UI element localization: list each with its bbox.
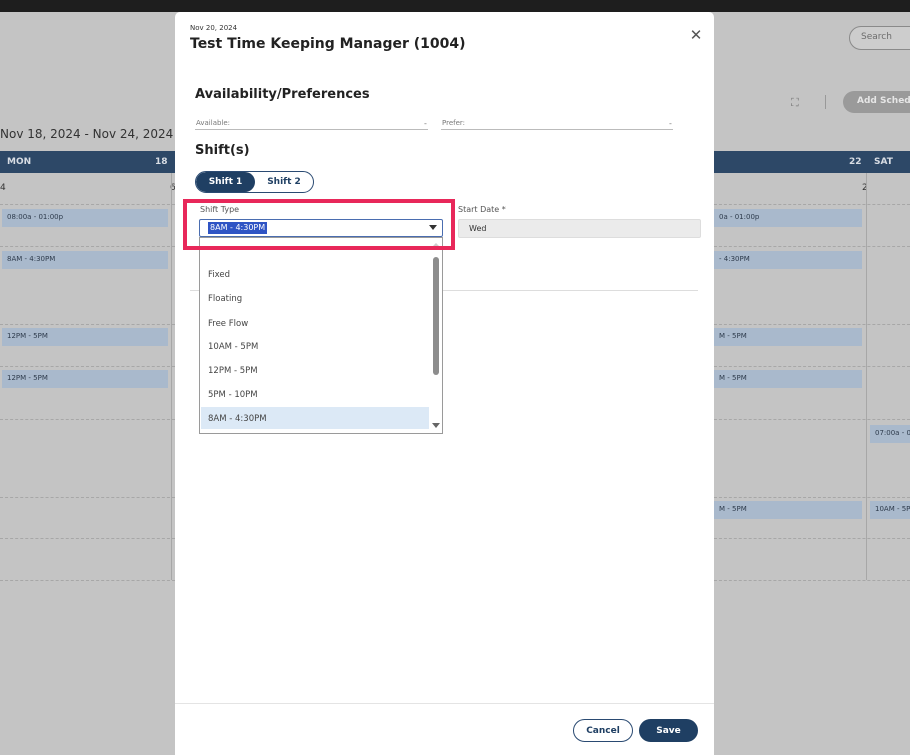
scroll-down-icon[interactable] xyxy=(432,423,440,428)
availability-heading: Availability/Preferences xyxy=(195,87,370,102)
expand-icon[interactable]: ⛶ xyxy=(791,96,799,110)
schedule-event[interactable]: 12PM - 5PM xyxy=(2,370,168,388)
shift-type-value: 8AM - 4:30PM xyxy=(208,222,268,234)
close-icon[interactable]: ✕ xyxy=(687,26,705,44)
dropdown-option-8am-430pm[interactable]: 8AM - 4:30PM xyxy=(201,407,429,429)
dropdown-option-12pm-5pm[interactable]: 12PM - 5PM xyxy=(201,359,429,381)
dropdown-option-free-flow[interactable]: Free Flow xyxy=(201,312,429,334)
day-number-fri: 22 xyxy=(849,157,862,167)
start-date-label: Start Date * xyxy=(458,205,506,214)
day-header-fri-sat: 22 SAT xyxy=(714,151,910,173)
dropdown-option-floating[interactable]: Floating xyxy=(201,287,429,309)
schedule-event[interactable]: M - 5PM xyxy=(714,501,862,519)
week-num: 4 xyxy=(0,183,6,193)
schedule-event[interactable]: 10AM - 5PM xyxy=(870,501,910,519)
cancel-button[interactable]: Cancel xyxy=(573,719,633,742)
grid-column-line xyxy=(866,173,867,580)
prefer-underline xyxy=(441,129,673,130)
tab-shift-2[interactable]: Shift 2 xyxy=(255,172,313,192)
footer-divider xyxy=(175,703,714,704)
grid-line xyxy=(0,419,175,420)
grid-line xyxy=(0,324,175,325)
grid-line xyxy=(0,538,175,539)
tab-shift-1[interactable]: Shift 1 xyxy=(196,172,255,192)
dropdown-option-5pm-10pm[interactable]: 5PM - 10PM xyxy=(201,383,429,405)
modal-title: Test Time Keeping Manager (1004) xyxy=(190,36,466,52)
grid-line xyxy=(714,580,910,581)
modal-date: Nov 20, 2024 xyxy=(190,24,238,32)
shift-type-dropdown: Fixed Floating Free Flow 10AM - 5PM 12PM… xyxy=(199,237,443,434)
date-range: Nov 18, 2024 - Nov 24, 2024▶ xyxy=(0,127,186,141)
search-input[interactable]: Search xyxy=(849,26,910,50)
scroll-up-icon[interactable] xyxy=(432,243,440,247)
start-date-field[interactable]: Wed xyxy=(458,219,701,238)
grid-line xyxy=(714,366,910,367)
week-num-row-left: 4 6 xyxy=(0,173,176,203)
shifts-heading: Shift(s) xyxy=(195,143,250,158)
top-bar xyxy=(0,0,910,12)
dropdown-scrollbar[interactable] xyxy=(430,238,442,433)
chevron-down-icon[interactable] xyxy=(429,225,437,230)
grid-line xyxy=(0,204,175,205)
available-value: - xyxy=(424,119,427,128)
grid-line xyxy=(714,204,910,205)
shift-tabs: Shift 1 Shift 2 xyxy=(195,171,314,193)
day-number-mon: 18 xyxy=(155,157,168,167)
date-range-label: Nov 18, 2024 - Nov 24, 2024 xyxy=(0,127,174,141)
schedule-event[interactable]: M - 5PM xyxy=(714,328,862,346)
grid-line xyxy=(0,580,175,581)
grid-line xyxy=(0,246,175,247)
day-label-sat: SAT xyxy=(874,157,893,167)
grid-line xyxy=(714,419,910,420)
shift-type-label: Shift Type xyxy=(200,205,240,214)
schedule-event[interactable]: 0a - 01:00p xyxy=(714,209,862,227)
grid-line xyxy=(714,246,910,247)
scrollbar-thumb[interactable] xyxy=(433,257,439,375)
grid-line xyxy=(714,324,910,325)
grid-line xyxy=(714,538,910,539)
prefer-label: Prefer: xyxy=(442,119,466,127)
schedule-event[interactable]: 8AM - 4:30PM xyxy=(2,251,168,269)
dropdown-option-10am-5pm[interactable]: 10AM - 5PM xyxy=(201,335,429,357)
toolbar-divider xyxy=(825,95,826,109)
prefer-value: - xyxy=(669,119,672,128)
grid-line xyxy=(0,366,175,367)
dropdown-option-fixed[interactable]: Fixed xyxy=(201,263,429,285)
schedule-event[interactable]: 12PM - 5PM xyxy=(2,328,168,346)
schedule-event[interactable]: 08:00a - 01:00p xyxy=(2,209,168,227)
grid-column-line xyxy=(171,173,172,580)
grid-line xyxy=(0,497,175,498)
day-header-mon: MON 18 xyxy=(0,151,175,173)
available-underline xyxy=(195,129,428,130)
day-label-mon: MON xyxy=(7,157,32,167)
week-num-row-right: 2 xyxy=(714,173,910,203)
schedule-event[interactable]: - 4:30PM xyxy=(714,251,862,269)
shift-type-combobox[interactable]: 8AM - 4:30PM xyxy=(199,219,443,237)
save-button[interactable]: Save xyxy=(639,719,698,742)
grid-line xyxy=(714,497,910,498)
add-schedule-button[interactable]: Add Schedule xyxy=(843,91,910,113)
available-label: Available: xyxy=(196,119,231,127)
schedule-event[interactable]: 07:00a - 03 xyxy=(870,425,910,443)
schedule-event[interactable]: M - 5PM xyxy=(714,370,862,388)
